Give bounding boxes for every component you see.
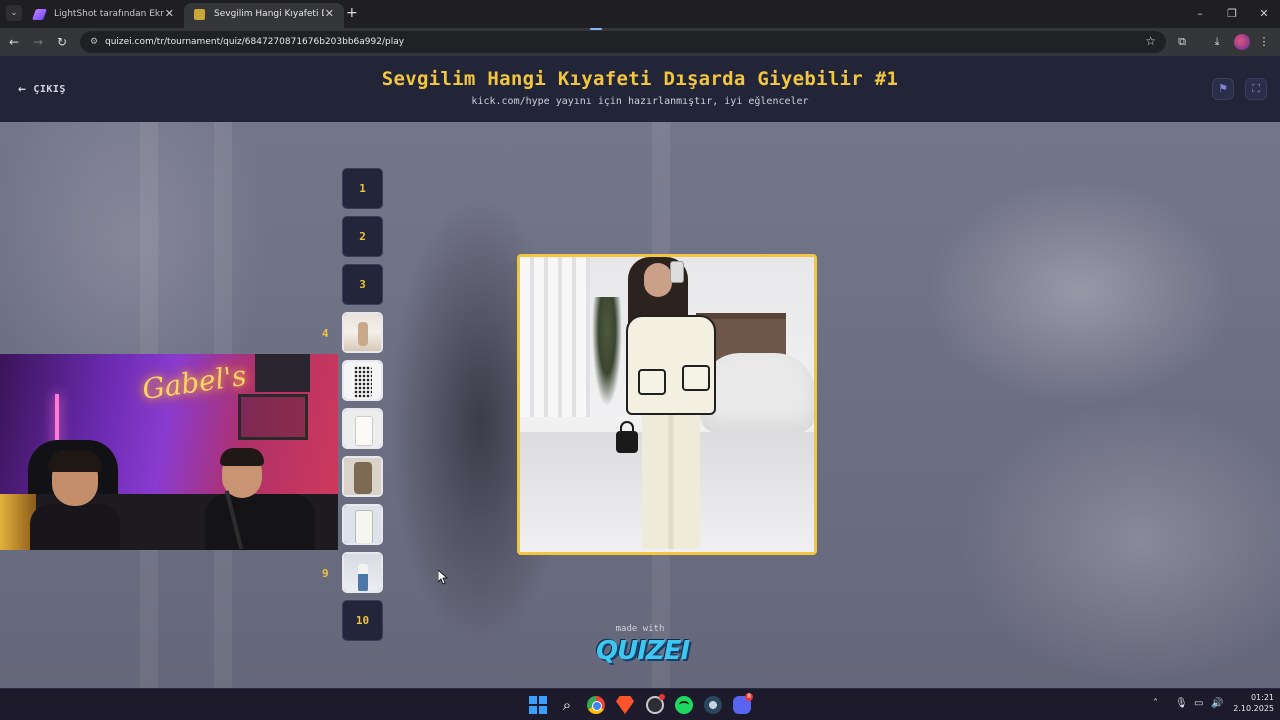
browser-tab-lightshot[interactable]: LightShot tarafından Ekran Görüntüsü ✕: [24, 3, 184, 28]
round-item-3[interactable]: 3: [342, 264, 383, 305]
white-sofa: [700, 353, 814, 433]
person-right-hair: [220, 448, 264, 466]
clock-date: 2.10.2025: [1233, 704, 1274, 713]
curtain: [520, 257, 590, 417]
brave-icon[interactable]: [616, 696, 634, 714]
active-app-indicator: [590, 28, 602, 30]
windows-taskbar: ⌕: [0, 688, 1280, 720]
url-text[interactable]: quizei.com/tr/tournament/quiz/6847270871…: [105, 31, 404, 53]
tab-title: LightShot tarafından Ekran Görüntüsü: [54, 9, 164, 19]
round-label: 3: [359, 278, 366, 291]
round-item-6-thumbnail[interactable]: [342, 408, 383, 449]
reload-button[interactable]: ↻: [54, 34, 70, 50]
round-label: 10: [355, 614, 370, 627]
outfit-thumbnail: [344, 314, 381, 351]
arrow-left-icon: ←: [18, 81, 27, 97]
chrome-icon[interactable]: [587, 696, 605, 714]
phone: [670, 261, 684, 283]
streamer-webcam-overlay: Gabel's: [0, 354, 338, 550]
fullscreen-icon: ⛶: [1252, 82, 1260, 95]
round-item-10[interactable]: 10: [342, 600, 383, 641]
exit-button[interactable]: ← ÇIKIŞ: [18, 81, 66, 97]
tab-close-icon[interactable]: ✕: [325, 3, 334, 25]
address-bar[interactable]: ⚙ quizei.com/tr/tournament/quiz/68472708…: [80, 31, 1166, 53]
quiz-title: Sevgilim Hangi Kıyafeti Dışarda Giyebili…: [381, 68, 899, 90]
forward-button[interactable]: →: [30, 34, 46, 50]
discord-notification-badge: 8: [745, 693, 753, 701]
exit-label: ÇIKIŞ: [33, 83, 66, 95]
new-tab-button[interactable]: +: [346, 5, 358, 21]
round-item-4-thumbnail[interactable]: [342, 312, 383, 353]
jacket-pocket: [682, 365, 710, 391]
round-item-9-thumbnail[interactable]: [342, 552, 383, 593]
quiz-subtitle: kick.com/hype yayını için hazırlanmıştır…: [471, 96, 809, 107]
outfit-thumbnail: [344, 362, 381, 399]
network-icon[interactable]: ▭: [1194, 696, 1203, 712]
outfit-thumbnail: [344, 506, 381, 543]
person-left-body: [30, 504, 120, 550]
spotify-icon[interactable]: [675, 696, 693, 714]
extensions-icon[interactable]: ⧉: [1174, 34, 1190, 50]
fullscreen-button[interactable]: ⛶: [1245, 78, 1267, 100]
back-button[interactable]: ←: [6, 34, 22, 50]
person-left-hair: [48, 450, 102, 472]
black-handbag: [616, 431, 638, 453]
round-item-5-thumbnail[interactable]: [342, 360, 383, 401]
windows-start-icon[interactable]: [529, 696, 547, 714]
neon-sign: Gabel's: [140, 358, 249, 407]
menu-kebab-icon[interactable]: ⋮: [1256, 34, 1272, 50]
current-outfit-image[interactable]: [517, 254, 817, 555]
browser-toolbar: ← → ↻ ⚙ quizei.com/tr/tournament/quiz/68…: [0, 28, 1280, 56]
system-clock[interactable]: 01:21 2.10.2025: [1226, 692, 1274, 714]
outfit-thumbnail: [344, 458, 381, 495]
round-item-8-thumbnail[interactable]: [342, 504, 383, 545]
quizei-logo[interactable]: QUIZEI: [596, 636, 690, 666]
quiz-page: ← ÇIKIŞ Sevgilim Hangi Kıyafeti Dışarda …: [0, 56, 1280, 688]
report-flag-button[interactable]: ⚑: [1212, 78, 1234, 100]
round-side-label: 4: [322, 327, 329, 340]
recording-dot-icon: [659, 694, 665, 700]
quiz-header: ← ÇIKIŞ Sevgilim Hangi Kıyafeti Dışarda …: [0, 56, 1280, 122]
plant: [592, 297, 622, 407]
person-right-body: [205, 494, 315, 550]
round-side-label: 9: [322, 567, 329, 580]
clock-time: 01:21: [1250, 693, 1274, 702]
site-info-icon[interactable]: ⚙: [88, 36, 100, 48]
quizei-favicon-icon: [194, 9, 205, 20]
round-item-2[interactable]: 2: [342, 216, 383, 257]
tray-chevron-up-icon[interactable]: ˄: [1153, 696, 1158, 712]
close-window-button[interactable]: ✕: [1248, 0, 1280, 28]
wall-cabinet: [255, 354, 310, 392]
restore-button[interactable]: ❐: [1216, 0, 1248, 28]
jacket-pocket: [638, 369, 666, 395]
tab-title: Sevgilim Hangi Kıyafeti Dışarda Giyebili…: [214, 9, 324, 19]
flag-icon: ⚑: [1218, 82, 1228, 95]
model-face: [644, 263, 672, 297]
cream-trousers: [642, 409, 700, 549]
round-label: 2: [359, 230, 366, 243]
bookmark-star-icon[interactable]: ☆: [1145, 34, 1156, 48]
browser-tab-bar: ⌄ LightShot tarafından Ekran Görüntüsü ✕…: [0, 0, 1280, 28]
volume-icon[interactable]: 🔊: [1211, 696, 1223, 712]
lightshot-favicon-icon: [31, 9, 48, 20]
round-item-1[interactable]: 1: [342, 168, 383, 209]
microphone-icon[interactable]: 🎙: [1175, 696, 1188, 712]
quizei-logo-text: QUIZEI: [596, 636, 690, 666]
round-item-7-thumbnail[interactable]: [342, 456, 383, 497]
download-icon[interactable]: ⤓: [1209, 34, 1225, 50]
window-controls: – ❐ ✕: [1184, 0, 1280, 28]
outfit-thumbnail: [344, 410, 381, 447]
tab-list-button[interactable]: ⌄: [6, 5, 22, 21]
steam-icon[interactable]: [704, 696, 722, 714]
made-with-label: made with: [615, 624, 665, 634]
tab-close-icon[interactable]: ✕: [165, 3, 174, 25]
minimize-button[interactable]: –: [1184, 0, 1216, 28]
browser-tab-quiz[interactable]: Sevgilim Hangi Kıyafeti Dışarda Giyebili…: [184, 3, 344, 28]
round-label: 1: [359, 182, 366, 195]
outfit-thumbnail: [344, 554, 381, 591]
profile-avatar[interactable]: [1234, 34, 1250, 50]
search-icon[interactable]: ⌕: [558, 696, 576, 714]
wall-shelf: [238, 394, 308, 440]
